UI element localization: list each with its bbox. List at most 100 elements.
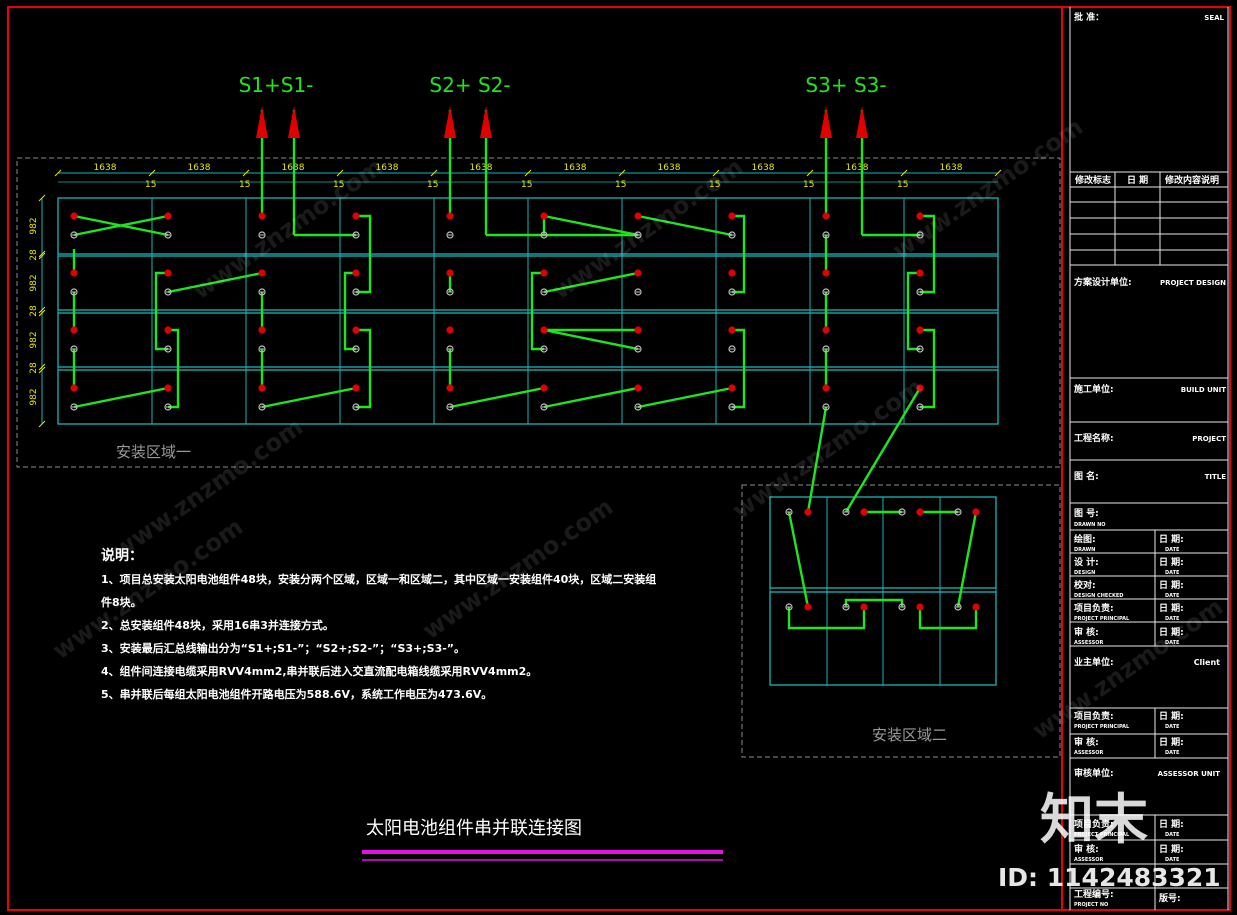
tb-sheet-no-label: 版号:: [1158, 892, 1181, 904]
tb-project-label: 工程名称:: [1074, 432, 1114, 444]
notes-title: 说明：: [101, 548, 143, 564]
dim-width-label-6: 1638: [564, 163, 587, 173]
r2-terminal-top-1: [804, 508, 812, 516]
tb-row-right-2: 日 期:: [1159, 579, 1184, 591]
dim-gap-label-2: 15: [239, 180, 250, 190]
tb-row-left-3: 项目负责:: [1074, 602, 1114, 614]
output-arrow-4: [480, 106, 492, 138]
tb-build-unit-label: 施工单位:: [1074, 383, 1114, 395]
tb-drawing-name-label: 图 名:: [1074, 470, 1099, 482]
terminal-pos-c5-r4: [446, 384, 454, 392]
terminal-pos-c1-r2: [70, 269, 78, 277]
output-arrow-6: [856, 106, 868, 138]
output-arrow-3: [444, 106, 456, 138]
terminal-pos-c6-r2: [540, 269, 548, 277]
terminal-pos-c8-r3: [728, 326, 736, 334]
r2-terminal-bot-5: [916, 603, 924, 611]
wire-15: [168, 328, 180, 409]
tb-row2-left-en-1: ASSESSOR: [1074, 750, 1103, 756]
tb-row-left-0: 绘图:: [1074, 533, 1096, 545]
output-label-s2: S2+ S2-: [429, 73, 510, 97]
tb-row3-right-0: 日 期:: [1159, 818, 1184, 830]
dim-gap-label-4: 15: [427, 180, 438, 190]
watermark-logo: 知末: [1040, 788, 1148, 851]
dim-left-label-1: 28: [29, 249, 39, 261]
tb-row2-right-1: 日 期:: [1159, 736, 1184, 748]
terminal-pos-c9-r1: [822, 212, 830, 220]
output-arrow-2: [288, 106, 300, 138]
watermark-tile-5: www.znzmo.com: [887, 113, 1088, 265]
terminal-pos-c6-r3: [540, 326, 548, 334]
tb-row-right-en-2: DATE: [1165, 593, 1180, 599]
dim-left-label-4: 982: [29, 331, 39, 348]
watermark-tile-1: www.znzmo.com: [417, 493, 618, 645]
tb-rev-h2: 日 期: [1127, 174, 1148, 186]
wire-14: [73, 386, 169, 409]
tb-row-right-0: 日 期:: [1159, 533, 1184, 545]
terminal-pos-c9-r4: [822, 384, 830, 392]
wire-28: [543, 328, 639, 351]
tb-row2-right-en-0: DATE: [1165, 724, 1180, 730]
terminal-pos-c10-r3: [916, 326, 924, 334]
tb-row-left-en-1: DESIGN: [1074, 570, 1095, 576]
terminal-pos-c2-r1: [164, 212, 172, 220]
tb-review-value: SEAL: [1204, 14, 1224, 22]
output-arrows: [256, 106, 868, 138]
region-two-label: 安装区域二: [872, 726, 947, 744]
dim-gap-label-9: 15: [897, 180, 908, 190]
terminal-pos-c3-r3: [258, 326, 266, 334]
r2-terminal-top-5: [916, 508, 924, 516]
tb-row-right-en-1: DATE: [1165, 570, 1180, 576]
tb-rev-h3: 修改内容说明: [1164, 174, 1219, 186]
tb-row-left-en-2: DESIGN CHECKED: [1074, 593, 1123, 599]
wire-34: [637, 386, 733, 409]
r2-terminal-bot-3: [860, 603, 868, 611]
dim-left-label-0: 982: [29, 217, 39, 234]
dim-left-label-6: 982: [29, 388, 39, 405]
tb-row3-right-1: 日 期:: [1159, 843, 1184, 855]
watermark-tile-2: www.znzmo.com: [727, 373, 928, 525]
wire-10: [154, 271, 168, 351]
terminal-pos-c5-r2: [446, 269, 454, 277]
terminal-pos-c8-r2: [728, 269, 736, 277]
terminal-pos-c10-r2: [916, 269, 924, 277]
notes-line-3: 2、总安装组件48块，采用16串3并连接方式。: [101, 619, 334, 632]
terminal-pos-c2-r2: [164, 269, 172, 277]
terminal-pos-c3-r1: [258, 212, 266, 220]
tb-row-right-3: 日 期:: [1159, 602, 1184, 614]
dim-left-label-3: 28: [29, 305, 39, 317]
tb-row-left-1: 设 计:: [1074, 556, 1099, 568]
tb-assessor-unit-value: ASSESSOR UNIT: [1158, 770, 1221, 778]
terminal-pos-c9-r2: [822, 269, 830, 277]
wire-40: [906, 271, 920, 351]
tb-project-no-en: PROJECT NO: [1074, 902, 1108, 908]
terminal-pos-c4-r3: [352, 326, 360, 334]
terminal-pos-c2-r3: [164, 326, 172, 334]
output-label-s1: S1+S1-: [239, 73, 314, 97]
tb-row-right-en-0: DATE: [1165, 547, 1180, 553]
dim-left-label-5: 28: [29, 362, 39, 374]
tb-row-left-en-3: PROJECT PRINCIPAL: [1074, 616, 1130, 622]
dim-width-label-1: 1638: [94, 163, 117, 173]
dim-left-label-2: 982: [29, 274, 39, 291]
output-label-s3: S3+ S3-: [805, 73, 886, 97]
region-one-label: 安装区域一: [116, 443, 191, 461]
terminal-pos-c5-r1: [446, 212, 454, 220]
terminal-pos-c7-r4: [634, 384, 642, 392]
terminal-pos-c6-r4: [540, 384, 548, 392]
r2-terminal-top-3: [860, 508, 868, 516]
wire-11: [343, 271, 356, 351]
wire-49: [956, 511, 978, 608]
tb-design-unit-value: PROJECT DESIGN: [1160, 279, 1226, 287]
tb-drawing-no-en: DRAWN NO: [1074, 522, 1106, 528]
wire-48: [787, 511, 810, 608]
wire-51: [844, 598, 904, 607]
watermark: www.znzmo.com www.znzmo.com www.znzmo.com w…: [47, 113, 1228, 892]
output-arrow-1: [256, 106, 268, 138]
tb-row-left-en-4: ASSESSOR: [1074, 640, 1103, 646]
tb-drawing-name-value: TITLE: [1205, 473, 1227, 481]
dim-gap-label-6: 15: [615, 180, 626, 190]
terminal-pos-c3-r2: [258, 269, 266, 277]
terminal-pos-c6-r1: [540, 212, 548, 220]
watermark-tile-6: www.znzmo.com: [187, 153, 388, 305]
